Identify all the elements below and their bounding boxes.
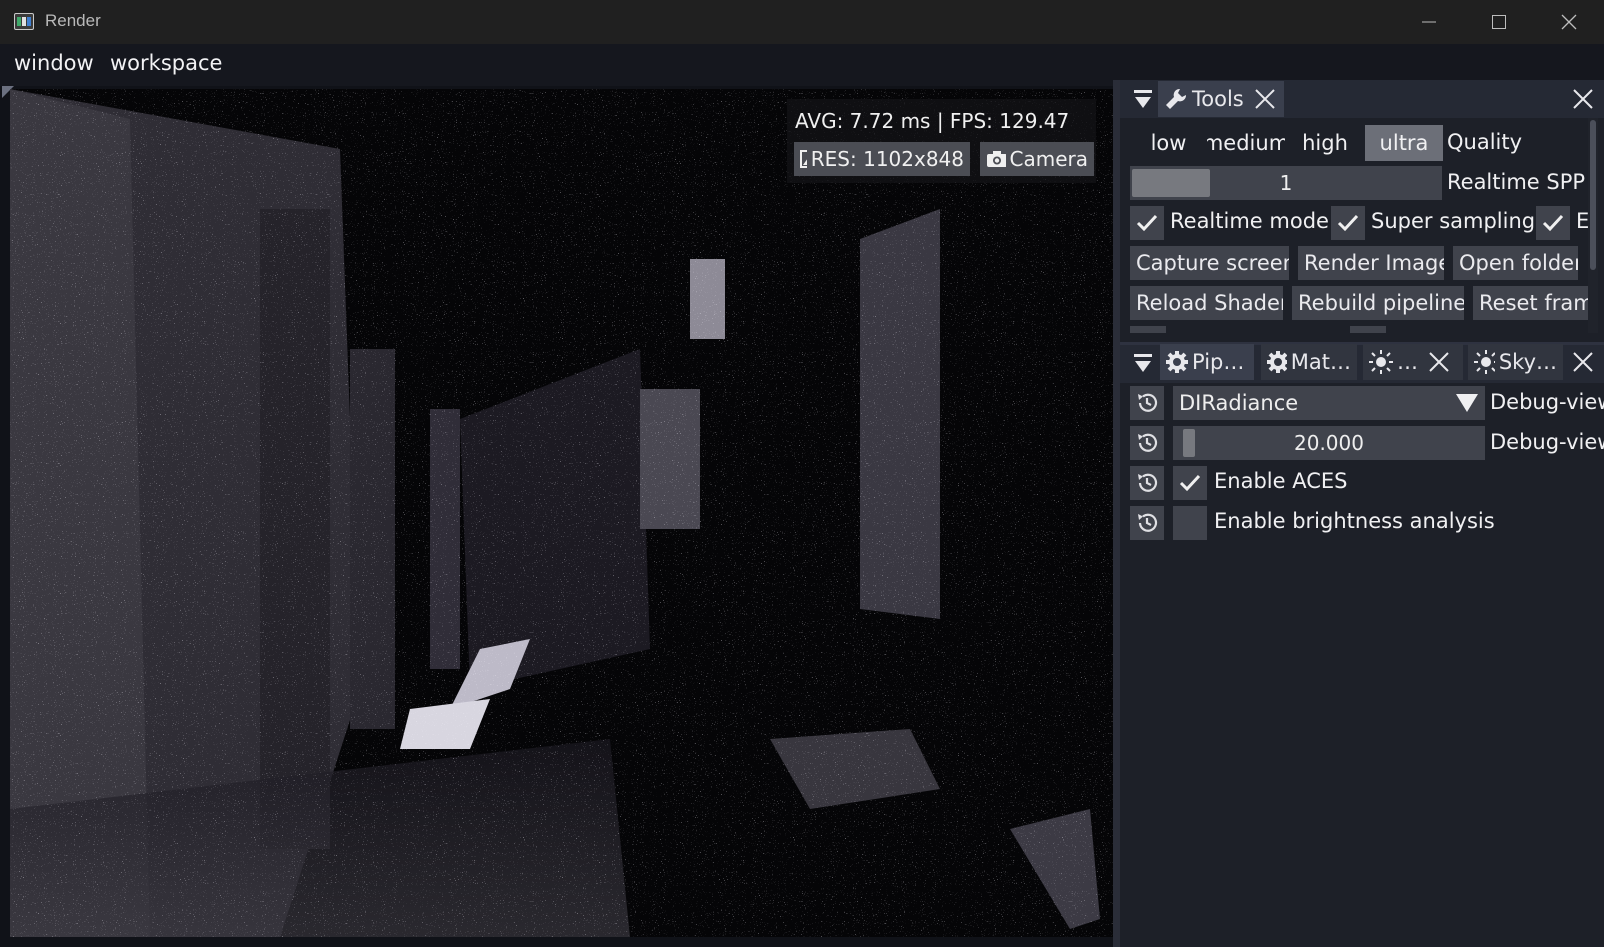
menu-window[interactable]: window xyxy=(14,51,94,75)
close-icon xyxy=(1573,352,1593,372)
scrollbar-thumb[interactable] xyxy=(1590,120,1596,270)
extra-checkbox-label: E xyxy=(1576,209,1588,233)
debug-view-scale-slider[interactable]: 20.000 xyxy=(1173,426,1485,460)
tab-light-label: … xyxy=(1397,350,1418,374)
checkmark-icon xyxy=(1337,214,1359,232)
app-icon xyxy=(14,13,34,30)
tab-pipeline[interactable]: Pip… xyxy=(1160,344,1254,380)
quality-ultra[interactable]: ultra xyxy=(1365,125,1443,161)
window-title: Render xyxy=(45,11,101,30)
realtime-spp-slider[interactable]: 1 xyxy=(1130,166,1442,200)
tools-panel-menu[interactable] xyxy=(1130,82,1156,116)
maximize-icon xyxy=(1492,15,1506,29)
open-folder-button[interactable]: Open folder xyxy=(1453,246,1578,280)
resolution-button[interactable]: RES: 1102x848 xyxy=(794,142,970,176)
checkmark-icon xyxy=(1179,474,1201,492)
realtime-spp-value: 1 xyxy=(1279,171,1293,195)
checkmark-icon xyxy=(1136,214,1158,232)
reset-frame-button[interactable]: Reset frame xyxy=(1473,286,1588,320)
enable-brightness-analysis-checkbox[interactable] xyxy=(1173,506,1207,540)
history-icon xyxy=(1138,433,1158,452)
close-pipeline-panel-button[interactable] xyxy=(1568,346,1598,378)
image-icon xyxy=(800,150,807,168)
camera-label: Camera xyxy=(1009,147,1089,171)
dock-menu-icon xyxy=(1134,90,1152,108)
render-viewport[interactable] xyxy=(10,89,1113,937)
realtime-mode-label: Realtime mode xyxy=(1170,209,1329,233)
close-tab-icon[interactable] xyxy=(1428,351,1450,373)
super-sampling-label: Super sampling xyxy=(1371,209,1536,233)
realtime-mode-checkbox[interactable] xyxy=(1130,206,1164,240)
reset-brightness-analysis-button[interactable] xyxy=(1130,506,1164,540)
close-icon xyxy=(1573,89,1593,109)
close-icon xyxy=(1561,14,1577,30)
enable-brightness-analysis-label: Enable brightness analysis xyxy=(1214,509,1495,533)
debug-view-mode-label: Debug-view xyxy=(1490,390,1604,414)
minimize-icon xyxy=(1422,21,1436,23)
capture-screen-button[interactable]: Capture screen xyxy=(1130,246,1289,280)
sun-icon xyxy=(1474,350,1495,374)
tab-pipeline-label: Pip… xyxy=(1192,350,1245,374)
rebuild-pipeline-button[interactable]: Rebuild pipeline xyxy=(1292,286,1464,320)
hidden-row-checkbox[interactable] xyxy=(1130,326,1166,333)
tab-material-label: Mat… xyxy=(1290,350,1351,374)
tab-sky-label: Sky… xyxy=(1498,350,1557,374)
history-icon xyxy=(1138,513,1158,532)
checkmark-icon xyxy=(1542,214,1564,232)
menu-workspace[interactable]: workspace xyxy=(110,51,222,75)
gear-icon xyxy=(1267,351,1287,373)
tab-tools-label: Tools xyxy=(1192,87,1244,111)
history-icon xyxy=(1138,473,1158,492)
quality-medium[interactable]: medium xyxy=(1207,125,1285,161)
render-image-button[interactable]: Render Image xyxy=(1298,246,1444,280)
super-sampling-checkbox[interactable] xyxy=(1331,206,1365,240)
history-icon xyxy=(1138,393,1158,412)
tab-sky[interactable]: Sky… xyxy=(1468,344,1563,380)
debug-view-scale-label: Debug-view xyxy=(1490,430,1604,454)
dock-splitter[interactable] xyxy=(1113,80,1120,947)
close-window-button[interactable] xyxy=(1534,0,1604,44)
quality-low[interactable]: low xyxy=(1130,125,1207,161)
reset-aces-button[interactable] xyxy=(1130,466,1164,500)
quality-high[interactable]: high xyxy=(1285,125,1365,161)
tab-material[interactable]: Mat… xyxy=(1261,344,1357,380)
debug-view-mode-value: DIRadiance xyxy=(1179,391,1299,415)
close-tools-panel-button[interactable] xyxy=(1568,83,1598,115)
quality-label: Quality xyxy=(1447,130,1523,154)
realtime-spp-label: Realtime SPP xyxy=(1447,170,1586,194)
debug-view-scale-value: 20.000 xyxy=(1294,431,1364,455)
tab-tools[interactable]: Tools xyxy=(1158,81,1284,117)
tools-panel-body: low medium high ultra Quality 1 Realtime… xyxy=(1120,118,1588,333)
tab-light[interactable]: … xyxy=(1363,344,1463,380)
extra-checkbox[interactable] xyxy=(1536,206,1570,240)
reload-shader-button[interactable]: Reload Shader xyxy=(1130,286,1283,320)
hidden-row-checkbox-2[interactable] xyxy=(1350,326,1386,333)
enable-aces-label: Enable ACES xyxy=(1214,469,1348,493)
sun-icon xyxy=(1369,350,1393,374)
maximize-button[interactable] xyxy=(1464,0,1534,44)
chevron-down-icon xyxy=(1456,394,1478,412)
resolution-label: RES: 1102x848 xyxy=(810,147,964,171)
enable-aces-checkbox[interactable] xyxy=(1173,466,1207,500)
pipeline-panel-menu[interactable] xyxy=(1130,346,1156,380)
wrench-icon xyxy=(1166,88,1187,109)
gear-icon xyxy=(1166,351,1188,373)
minimize-button[interactable] xyxy=(1394,0,1464,44)
reset-debug-view-scale-button[interactable] xyxy=(1130,426,1164,460)
tools-scrollbar[interactable] xyxy=(1588,118,1598,333)
fps-stats: AVG: 7.72 ms | FPS: 129.47 xyxy=(795,109,1070,133)
close-tab-icon[interactable] xyxy=(1254,88,1276,110)
rendered-scene xyxy=(10,89,1113,937)
dock-menu-icon xyxy=(1134,354,1152,372)
camera-button[interactable]: Camera xyxy=(980,142,1094,176)
camera-icon xyxy=(987,151,1006,167)
reset-debug-view-mode-button[interactable] xyxy=(1130,386,1164,420)
title-bar: Render xyxy=(0,0,1604,44)
debug-view-mode-combo[interactable]: DIRadiance xyxy=(1173,386,1485,420)
